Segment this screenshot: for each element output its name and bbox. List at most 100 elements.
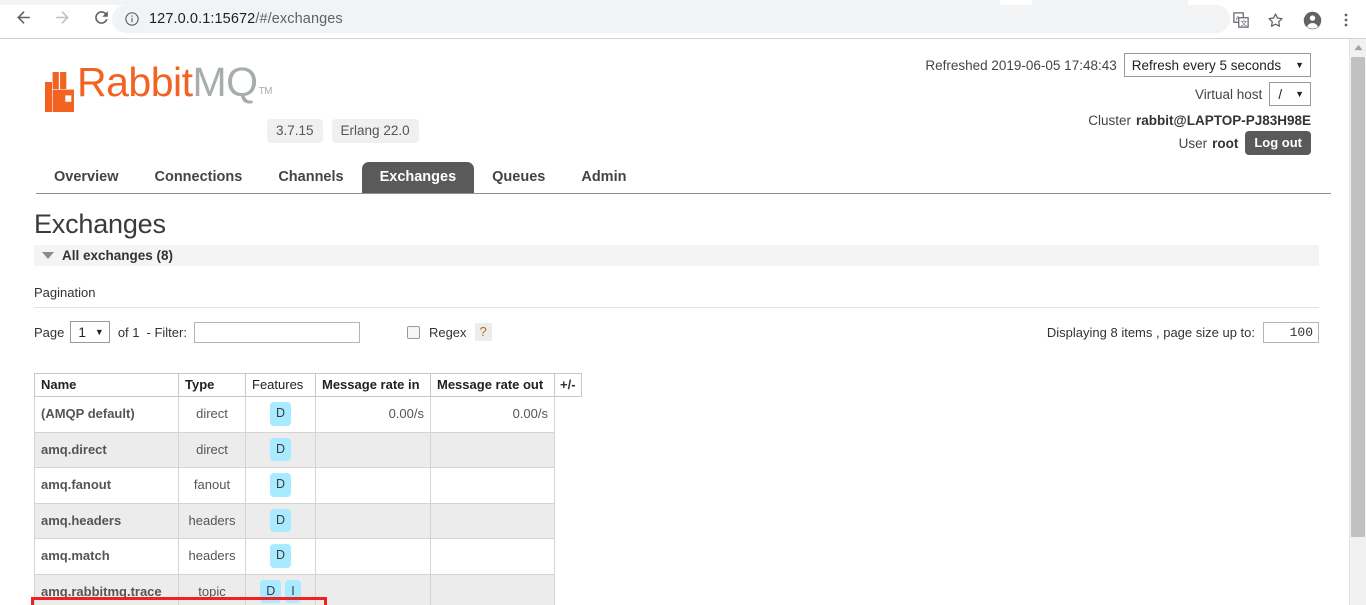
page-content: RabbitMQTM 3.7.15 Erlang 22.0 Refreshed …: [0, 39, 1349, 605]
forward-arrow-icon: [53, 8, 72, 32]
column-header-message-rate-out[interactable]: Message rate out: [430, 373, 555, 397]
pagination-controls: Page 1 ▼ of 1 - Filter: Regex ? Displayi…: [34, 320, 1319, 344]
pagination-label: Pagination: [34, 285, 96, 300]
forward-button[interactable]: [49, 7, 75, 33]
message-rate-in-value: [315, 538, 431, 575]
column-header-message-rate-in[interactable]: Message rate in: [315, 373, 431, 397]
page-label: Page: [34, 324, 65, 340]
url-host: 127.0.0.1:15672: [149, 11, 256, 27]
feature-badge-d[interactable]: D: [260, 579, 282, 603]
feature-badge-i[interactable]: I: [285, 579, 301, 603]
cluster-line: Cluster rabbit@LAPTOP-PJ83H98E: [925, 111, 1311, 130]
reload-button[interactable]: [88, 7, 114, 33]
column-toggle-button[interactable]: +/-: [554, 373, 582, 397]
bookmark-star-icon[interactable]: [1262, 7, 1288, 33]
regex-label: Regex: [428, 324, 467, 340]
message-rate-in-value: [315, 467, 431, 504]
rabbitmq-header: RabbitMQTM 3.7.15 Erlang 22.0 Refreshed …: [0, 39, 1349, 158]
table-row: amq.fanout fanout D: [34, 467, 582, 504]
back-button[interactable]: [10, 7, 36, 33]
feature-badge-d[interactable]: D: [269, 402, 292, 426]
chevron-down-icon[interactable]: [42, 252, 54, 259]
refresh-interval-select[interactable]: Refresh every 5 seconds ▼: [1123, 53, 1311, 77]
exchange-name-link[interactable]: amq.headers: [34, 502, 179, 539]
reload-icon: [92, 8, 111, 32]
table-row: amq.direct direct D: [34, 431, 582, 468]
table-row: amq.rabbitmq.trace topic D I: [34, 573, 582, 605]
filter-input[interactable]: [193, 321, 360, 343]
scrollbar-thumb[interactable]: [1351, 57, 1365, 537]
svg-text:文: 文: [1241, 18, 1248, 27]
exchange-features: D: [245, 502, 316, 539]
tab-overview[interactable]: Overview: [36, 162, 137, 193]
tab-channels[interactable]: Channels: [260, 162, 361, 193]
column-header-features: Features: [245, 373, 316, 397]
cluster-name: rabbit@LAPTOP-PJ83H98E: [1136, 113, 1311, 128]
cluster-label: Cluster: [1088, 113, 1132, 128]
logo-text-mq: MQ: [192, 59, 259, 105]
table-row: (AMQP default) direct D 0.00/s 0.00/s: [34, 396, 582, 433]
exchange-features: D: [245, 467, 316, 504]
message-rate-out-value: 0.00/s: [430, 396, 555, 433]
regex-checkbox[interactable]: [406, 325, 420, 339]
three-dot-menu-icon[interactable]: [1333, 7, 1359, 33]
logo-trademark: TM: [258, 86, 273, 97]
rabbitmq-logo-mark-icon: [45, 72, 74, 112]
page-number-select[interactable]: 1 ▼: [70, 321, 110, 343]
logout-button[interactable]: Log out: [1245, 131, 1311, 155]
exchange-features: D: [245, 538, 316, 575]
info-circle-icon[interactable]: [124, 11, 140, 27]
page-scrollbar[interactable]: [1349, 39, 1366, 605]
message-rate-in-value: [315, 573, 431, 605]
column-header-name[interactable]: Name: [34, 373, 179, 397]
profile-avatar-icon[interactable]: [1299, 7, 1325, 33]
column-header-type[interactable]: Type: [178, 373, 246, 397]
table-row: amq.headers headers D: [34, 502, 582, 539]
exchange-type: direct: [178, 396, 246, 433]
user-name: root: [1212, 135, 1239, 151]
all-exchanges-section-header[interactable]: All exchanges (8): [34, 245, 1319, 266]
virtual-host-line: Virtual host / ▼: [925, 82, 1311, 106]
tab-queues[interactable]: Queues: [474, 162, 563, 193]
table-header-row: Name Type Features Message rate in Messa…: [34, 373, 582, 397]
exchange-features: D: [245, 396, 316, 433]
refresh-interval-value: Refresh every 5 seconds: [1131, 57, 1282, 73]
logo-text-rabbit: Rabbit: [77, 59, 193, 105]
feature-badge-d[interactable]: D: [269, 508, 292, 532]
message-rate-in-value: 0.00/s: [315, 396, 431, 433]
rabbitmq-logo[interactable]: RabbitMQTM: [45, 59, 273, 112]
exchange-name-link[interactable]: amq.direct: [34, 431, 179, 468]
back-arrow-icon: [14, 8, 33, 32]
table-row: amq.match headers D: [34, 538, 582, 575]
version-badges: 3.7.15 Erlang 22.0: [267, 119, 419, 143]
exchange-name-link[interactable]: amq.match: [34, 538, 179, 575]
refreshed-timestamp: Refreshed 2019-06-05 17:48:43: [925, 57, 1117, 73]
exchange-name-link[interactable]: amq.fanout: [34, 467, 179, 504]
page-total-label: of 1: [117, 324, 140, 340]
tab-admin[interactable]: Admin: [563, 162, 644, 193]
address-bar-url: 127.0.0.1:15672/#/exchanges: [149, 11, 343, 27]
message-rate-out-value: [430, 538, 555, 575]
scroll-up-arrow-icon[interactable]: [1350, 39, 1366, 56]
address-bar[interactable]: 127.0.0.1:15672/#/exchanges: [112, 5, 1230, 33]
message-rate-in-value: [315, 502, 431, 539]
header-status-block: Refreshed 2019-06-05 17:48:43 Refresh ev…: [925, 39, 1311, 159]
erlang-version-badge: Erlang 22.0: [331, 119, 419, 143]
chevron-down-icon: ▼: [1295, 60, 1304, 70]
exchange-type: headers: [178, 502, 246, 539]
translate-icon[interactable]: A 文: [1228, 7, 1254, 33]
tab-exchanges[interactable]: Exchanges: [361, 162, 475, 193]
main-navigation-tabs: Overview Connections Channels Exchanges …: [36, 161, 1331, 194]
feature-badge-d[interactable]: D: [269, 437, 292, 461]
page-size-input[interactable]: [1263, 321, 1319, 343]
exchange-name-link[interactable]: amq.rabbitmq.trace: [34, 573, 179, 605]
feature-badge-d[interactable]: D: [269, 473, 292, 497]
exchange-name-link[interactable]: (AMQP default): [34, 396, 179, 433]
virtual-host-select[interactable]: / ▼: [1269, 82, 1311, 106]
message-rate-out-value: [430, 573, 555, 605]
virtual-host-label: Virtual host: [1195, 86, 1263, 102]
regex-help-badge[interactable]: ?: [474, 323, 492, 341]
tab-connections[interactable]: Connections: [137, 162, 261, 193]
feature-badge-d[interactable]: D: [269, 544, 292, 568]
displaying-items-text: Displaying 8 items , page size up to:: [1046, 324, 1255, 340]
